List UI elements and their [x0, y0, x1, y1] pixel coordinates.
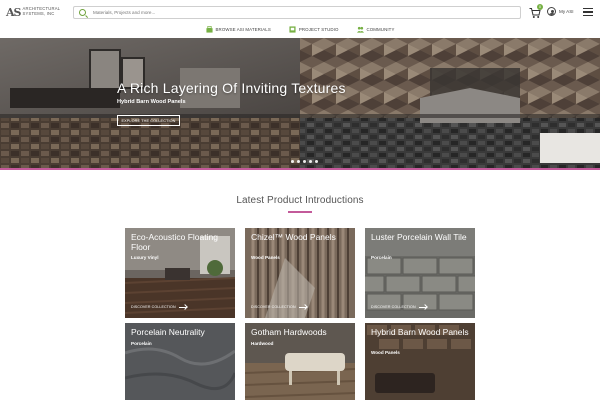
product-category: Wood Panels — [251, 255, 280, 260]
discover-collection-link[interactable]: DISCOVER COLLECTION — [131, 305, 187, 309]
hamburger-menu-icon[interactable] — [583, 8, 593, 16]
nav-label: BROWSE ASI MATERIALS — [215, 26, 271, 32]
discover-collection-link[interactable]: DISCOVER COLLECTION — [251, 305, 307, 309]
account-button[interactable]: My ASI — [547, 7, 574, 16]
community-icon — [356, 26, 364, 33]
product-title: Chizel™ Wood Panels — [251, 232, 336, 242]
carousel-dot[interactable] — [297, 160, 300, 163]
logo-line-2: SYSTEMS, INC — [22, 11, 55, 16]
product-category: Porcelain — [371, 255, 392, 260]
nav-project-studio[interactable]: PROJECT STUDIO — [289, 25, 339, 33]
product-title: Hybrid Barn Wood Panels — [371, 327, 469, 337]
nav-label: PROJECT STUDIO — [298, 26, 339, 32]
hero-image — [0, 38, 600, 170]
menu-line — [583, 14, 593, 16]
product-card[interactable]: Porcelain Neutrality Porcelain — [125, 323, 235, 400]
carousel-dots — [291, 160, 318, 163]
product-card[interactable]: Gotham Hardwoods Hardwood — [245, 323, 355, 400]
account-label: My ASI — [559, 9, 574, 14]
search-icon[interactable] — [79, 9, 86, 16]
main-nav: BROWSE ASI MATERIALS PROJECT STUDIO COMM… — [0, 22, 600, 36]
product-category: Hardwood — [251, 341, 274, 346]
arrow-right-icon — [418, 306, 427, 308]
cart-button[interactable]: 0 — [529, 4, 543, 18]
explore-collection-button[interactable]: EXPLORE THE COLLECTION — [117, 115, 180, 126]
nav-browse-materials[interactable]: BROWSE ASI MATERIALS — [205, 25, 271, 33]
logo[interactable]: AS ARCHITECTURAL SYSTEMS, INC — [6, 4, 68, 20]
logo-mark: AS — [6, 5, 22, 19]
cta-label: DISCOVER COLLECTION — [371, 305, 416, 309]
cta-label: DISCOVER COLLECTION — [131, 305, 176, 309]
arrow-right-icon — [298, 306, 307, 308]
cart-count-badge: 0 — [537, 4, 543, 10]
studio-icon — [289, 25, 296, 33]
product-card[interactable]: Luster Porcelain Wall Tile Porcelain DIS… — [365, 228, 475, 318]
product-category: Luxury Vinyl — [131, 255, 159, 260]
product-title: Eco-Acoustico Floating Floor — [131, 232, 218, 252]
user-icon — [547, 7, 556, 16]
product-card[interactable]: Chizel™ Wood Panels Wood Panels DISCOVER… — [245, 228, 355, 318]
top-bar: AS ARCHITECTURAL SYSTEMS, INC 0 My ASI — [0, 0, 600, 22]
carousel-dot[interactable] — [315, 160, 318, 163]
product-card[interactable]: Hybrid Barn Wood Panels Wood Panels — [365, 323, 475, 400]
product-category: Wood Panels — [371, 350, 400, 355]
discover-collection-link[interactable]: DISCOVER COLLECTION — [371, 305, 427, 309]
product-category: Porcelain — [131, 341, 152, 346]
carousel-dot[interactable] — [291, 160, 294, 163]
product-card[interactable]: Eco-Acoustico Floating Floor Luxury Viny… — [125, 228, 235, 318]
logo-text: ARCHITECTURAL SYSTEMS, INC — [22, 7, 60, 16]
menu-line — [583, 11, 593, 13]
hero-accent-border — [0, 168, 600, 170]
carousel-dot[interactable] — [309, 160, 312, 163]
product-title: Gotham Hardwoods — [251, 327, 327, 337]
carousel-dot[interactable] — [303, 160, 306, 163]
materials-icon — [205, 25, 213, 33]
section-divider — [288, 211, 312, 213]
hero-subtitle: Hybrid Barn Wood Panels — [117, 99, 186, 105]
menu-line — [583, 8, 593, 10]
search-input[interactable] — [93, 10, 493, 15]
nav-label: COMMUNITY — [366, 26, 395, 32]
cta-label: DISCOVER COLLECTION — [251, 305, 296, 309]
product-title: Luster Porcelain Wall Tile — [371, 232, 467, 242]
product-title: Porcelain Neutrality — [131, 327, 205, 337]
hero-title: A Rich Layering Of Inviting Textures — [117, 80, 346, 96]
search-bar[interactable] — [73, 6, 521, 19]
arrow-right-icon — [178, 306, 187, 308]
section-title: Latest Product Introductions — [236, 195, 364, 206]
hero-banner: A Rich Layering Of Inviting Textures Hyb… — [0, 38, 600, 170]
nav-community[interactable]: COMMUNITY — [356, 26, 395, 33]
